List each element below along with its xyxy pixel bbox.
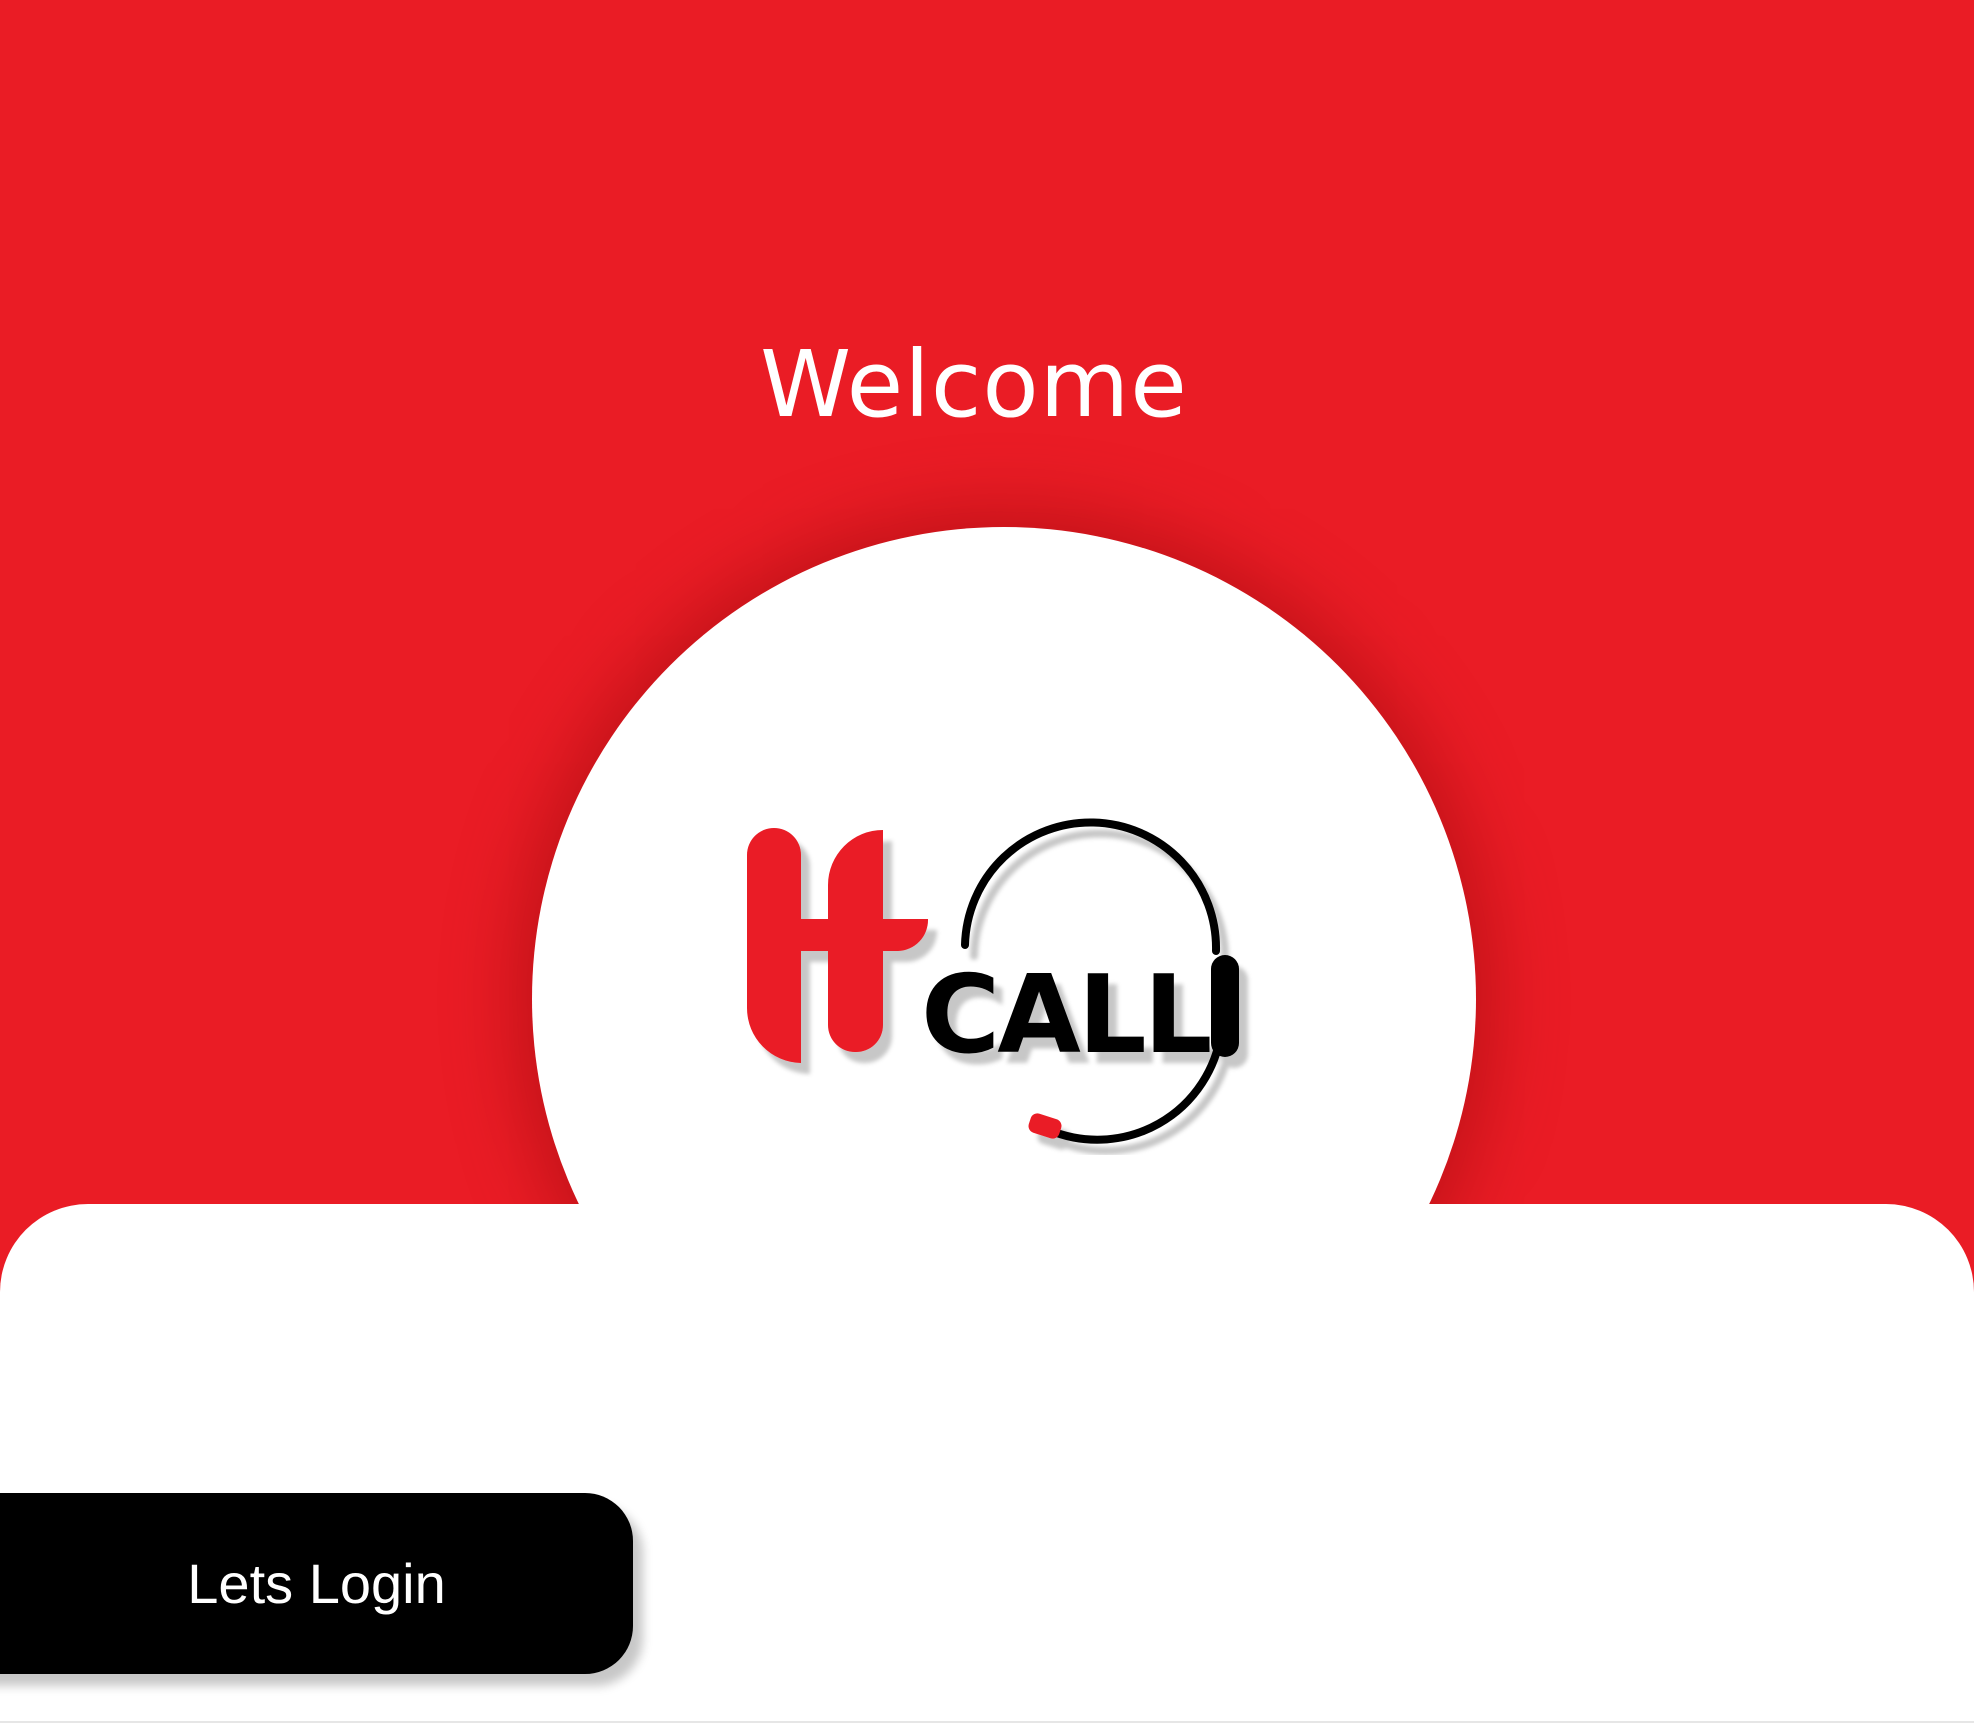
logo-wordmark: CALL: [921, 953, 1210, 1078]
logo-h-crossbar: [801, 919, 929, 951]
login-button-label: Lets Login: [187, 1551, 446, 1615]
welcome-screen: Welcome CALL Lets Login: [0, 0, 1974, 1723]
headset-mic: [1028, 1113, 1062, 1139]
headset-logo-icon: CALL: [747, 818, 1239, 1144]
logo-h-left-stem: [747, 828, 801, 1063]
hcall-logo: CALL: [728, 815, 1268, 1155]
lets-login-button[interactable]: Lets Login: [0, 1493, 633, 1674]
headset-band: [961, 818, 1221, 955]
welcome-title: Welcome: [760, 331, 1188, 438]
headset-ear-cup: [1211, 955, 1239, 1057]
